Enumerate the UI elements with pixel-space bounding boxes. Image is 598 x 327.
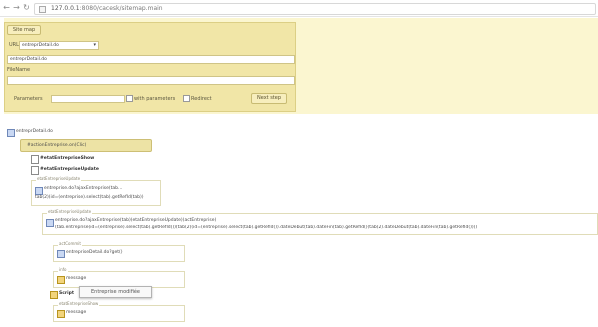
sitemap-form: Site map URL entreprDetail.do ▾ entreprD…: [4, 22, 296, 112]
link-icon: [57, 250, 65, 258]
box5-line[interactable]: message: [66, 310, 86, 315]
parameters-input[interactable]: [51, 95, 125, 103]
with-parameters-label: with parameters: [134, 96, 176, 102]
box2-legend: etatEntrepriseUpdate: [47, 209, 93, 214]
link-icon: [35, 187, 43, 195]
box5-legend: etatEntrepriseShow: [58, 301, 100, 306]
url-select-value: entreprDetail.do: [22, 43, 59, 48]
filename-label: FileName: [7, 67, 31, 73]
url-label: URL: [9, 42, 19, 48]
address-bar[interactable]: 127.0.0.1:8080/cacesk/sitemap.main: [34, 3, 596, 15]
address-text: 127.0.0.1:8080/cacesk/sitemap.main: [51, 5, 163, 13]
page-icon: [39, 6, 46, 13]
box2-line2[interactable]: (tab.entreprise(id=(entreprise).select(t…: [55, 225, 593, 230]
browser-toolbar: ← → ↻ 127.0.0.1:8080/cacesk/sitemap.main: [0, 0, 598, 17]
back-arrow-icon[interactable]: ←: [2, 3, 11, 12]
node-script[interactable]: Script: [59, 291, 74, 296]
tree-root-label[interactable]: entreprDetail.do: [16, 129, 53, 134]
chevron-down-icon: ▾: [93, 42, 96, 48]
redirect-checkbox[interactable]: [183, 95, 190, 102]
with-parameters-checkbox[interactable]: [126, 95, 133, 102]
box1-line1[interactable]: entreprise.do?ajaxEntreprise(tab...: [44, 186, 122, 191]
document-icon: [31, 155, 39, 164]
box4-legend: info: [58, 267, 68, 272]
document-icon: [31, 166, 39, 175]
message-icon: [57, 276, 65, 284]
action-tag[interactable]: #actionEntreprise.on(Clic): [20, 139, 152, 152]
box1-legend: etatEntrepriseUpdate: [36, 176, 82, 181]
filename-input[interactable]: [7, 76, 295, 85]
box4-line[interactable]: message: [66, 276, 86, 281]
node-etat-entreprise-update[interactable]: #etatEntrepriseUpdate: [40, 167, 99, 172]
box2-line1[interactable]: entreprise.do?ajaxEntreprise(tab)(etatEn…: [55, 218, 216, 223]
panel-act-commit: entrepriseDetail.do?get(): [53, 245, 185, 262]
box3-legend: actCommit: [58, 241, 82, 246]
redirect-label: Redirect: [191, 96, 212, 102]
url-path: :8080/cacesk/sitemap.main: [79, 5, 163, 12]
tooltip: Entreprise modifiée: [79, 286, 152, 298]
action-tag-label: #actionEntreprise.on(Clic): [27, 143, 87, 148]
panel-etat-entreprise-update-2: entreprise.do?ajaxEntreprise(tab)(etatEn…: [42, 213, 598, 235]
box3-line[interactable]: entrepriseDetail.do?get(): [66, 250, 123, 255]
url-host: 127.0.0.1: [51, 5, 80, 12]
node-etat-entreprise-show[interactable]: #etatEntrepriseShow: [40, 156, 94, 161]
script-icon: [50, 291, 58, 299]
forward-arrow-icon[interactable]: →: [12, 3, 21, 12]
site-map-button[interactable]: Site map: [7, 25, 41, 35]
box1-line2[interactable]: tab(2)(id=(entreprise).select(tab).getRe…: [35, 195, 144, 200]
reload-icon[interactable]: ↻: [22, 3, 31, 12]
url-input-value: entreprDetail.do: [10, 57, 47, 62]
next-step-button[interactable]: Next step: [251, 93, 287, 104]
link-icon: [46, 219, 54, 227]
url-input[interactable]: entreprDetail.do: [7, 55, 295, 64]
parameters-label: Parameters: [14, 96, 43, 102]
panel-etat-entreprise-show: message: [53, 305, 185, 322]
url-select[interactable]: entreprDetail.do ▾: [19, 41, 99, 50]
panel-etat-entreprise-update: entreprise.do?ajaxEntreprise(tab... tab(…: [31, 180, 161, 206]
message-icon: [57, 310, 65, 318]
page-node-icon: [7, 129, 15, 137]
